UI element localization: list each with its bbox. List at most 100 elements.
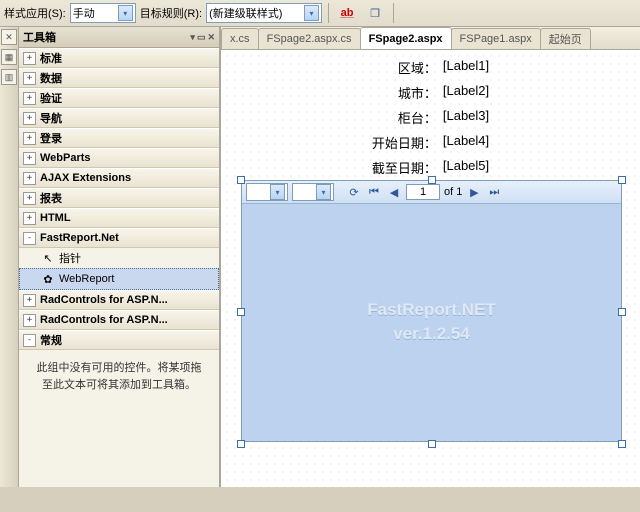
expand-icon: - bbox=[23, 232, 36, 245]
expand-icon: + bbox=[23, 172, 36, 185]
rail-button-2[interactable]: ▦ bbox=[1, 49, 17, 65]
document-tab[interactable]: FSPage1.aspx bbox=[451, 28, 541, 49]
target-rule-label: 目标规则(R): bbox=[140, 5, 202, 21]
resize-handle[interactable] bbox=[237, 176, 245, 184]
resize-handle[interactable] bbox=[237, 308, 245, 316]
category-label: 标准 bbox=[40, 50, 62, 66]
chevron-down-icon: ▾ bbox=[304, 5, 319, 21]
category-label: FastReport.Net bbox=[40, 232, 119, 244]
report-export-dropdown[interactable]: ▾ bbox=[292, 183, 334, 201]
document-tab[interactable]: FSpage2.aspx.cs bbox=[258, 28, 361, 49]
expand-icon: + bbox=[23, 294, 36, 307]
toolbox-category[interactable]: +导航 bbox=[19, 108, 219, 128]
toolbox-category[interactable]: +数据 bbox=[19, 68, 219, 88]
toolbox-category[interactable]: -FastReport.Net bbox=[19, 228, 219, 248]
item-icon: ✿ bbox=[41, 272, 55, 286]
empty-group-message: 此组中没有可用的控件。将某项拖至此文本可将其添加到工具箱。 bbox=[19, 350, 219, 403]
report-toolbar: ▾ ▾ ⟳ ⏮ ◀ 1 of 1 ▶ ⏭ bbox=[242, 181, 621, 204]
page-number-input[interactable]: 1 bbox=[406, 184, 440, 200]
style-apply-dropdown[interactable]: 手动▾ bbox=[70, 3, 136, 23]
rail-button-1[interactable]: ✕ bbox=[1, 29, 17, 45]
form-value: [Label2] bbox=[443, 83, 489, 102]
category-label: WebParts bbox=[40, 152, 91, 164]
form-label: 区域： bbox=[372, 58, 437, 77]
form-value: [Label3] bbox=[443, 108, 489, 127]
webreport-control[interactable]: ▾ ▾ ⟳ ⏮ ◀ 1 of 1 ▶ ⏭ bbox=[241, 180, 622, 442]
style-apply-label: 样式应用(S): bbox=[4, 5, 66, 21]
expand-icon: + bbox=[23, 52, 36, 65]
category-label: HTML bbox=[40, 212, 71, 224]
expand-icon: + bbox=[23, 192, 36, 205]
toolbox-item[interactable]: ✿ WebReport bbox=[19, 268, 219, 290]
document-tab[interactable]: x.cs bbox=[221, 28, 259, 49]
toolbox-category[interactable]: + 标准 bbox=[19, 48, 219, 68]
format-toolbar: 样式应用(S): 手动▾ 目标规则(R): (新建级联样式)▾ a̲b̲ ❐ bbox=[0, 0, 640, 27]
item-icon: ↖ bbox=[41, 251, 55, 265]
expand-icon: + bbox=[23, 112, 36, 125]
text-style-icon: a̲b̲ bbox=[341, 7, 354, 19]
toolbox-category[interactable]: + AJAX Extensions bbox=[19, 168, 219, 188]
category-label: 数据 bbox=[40, 70, 62, 86]
expand-icon: + bbox=[23, 132, 36, 145]
resize-handle[interactable] bbox=[237, 440, 245, 448]
resize-handle[interactable] bbox=[428, 440, 436, 448]
document-tab[interactable]: 起始页 bbox=[540, 28, 591, 49]
prev-page-icon[interactable]: ◀ bbox=[386, 184, 402, 200]
left-rail: ✕ ▦ ▥ bbox=[0, 27, 19, 487]
refresh-icon[interactable]: ⟳ bbox=[346, 184, 362, 200]
form-value: [Label5] bbox=[443, 158, 489, 177]
chevron-down-icon: ▾ bbox=[118, 5, 133, 21]
report-body: FastReport.NET ver.1.2.54 bbox=[242, 204, 621, 440]
toolbox-category[interactable]: +WebParts bbox=[19, 148, 219, 168]
separator bbox=[328, 3, 329, 23]
category-label: RadControls for ASP.N... bbox=[40, 294, 168, 306]
form-content: 区域： [Label1] 城市： [Label2] 柜台： [Label3] 开始日期： [L… bbox=[372, 58, 489, 177]
last-page-icon[interactable]: ⏭ bbox=[486, 184, 502, 200]
resize-handle[interactable] bbox=[618, 308, 626, 316]
toolbox-category[interactable]: +RadControls for ASP.N... bbox=[19, 310, 219, 330]
category-label: 常规 bbox=[40, 332, 62, 348]
resize-handle[interactable] bbox=[428, 176, 436, 184]
category-label: AJAX Extensions bbox=[40, 172, 131, 184]
next-page-icon[interactable]: ▶ bbox=[466, 184, 482, 200]
pin-icon[interactable]: ▭ bbox=[197, 32, 206, 43]
form-value: [Label1] bbox=[443, 58, 489, 77]
resize-handle[interactable] bbox=[618, 176, 626, 184]
toolbox-category[interactable]: + 验证 bbox=[19, 88, 219, 108]
separator bbox=[393, 3, 394, 23]
item-label: 指针 bbox=[59, 250, 81, 266]
form-label: 开始日期： bbox=[372, 133, 437, 152]
toolbox-category[interactable]: -常规 bbox=[19, 330, 219, 350]
toolbox-category[interactable]: + RadControls for ASP.N... bbox=[19, 290, 219, 310]
resize-handle[interactable] bbox=[618, 440, 626, 448]
first-page-icon[interactable]: ⏮ bbox=[366, 184, 382, 200]
target-rule-dropdown[interactable]: (新建级联样式)▾ bbox=[206, 3, 322, 23]
page-of-label: of 1 bbox=[444, 186, 462, 198]
toolbox-item[interactable]: ↖ 指针 bbox=[19, 248, 219, 268]
item-label: WebReport bbox=[59, 273, 114, 285]
editor-area: x.csFSpage2.aspx.csFSpage2.aspxFSPage1.a… bbox=[220, 27, 640, 487]
toolbox-category[interactable]: + 登录 bbox=[19, 128, 219, 148]
category-label: 报表 bbox=[40, 190, 62, 206]
form-label: 截至日期： bbox=[372, 158, 437, 177]
toolbox-category[interactable]: + HTML bbox=[19, 208, 219, 228]
dropdown-icon[interactable]: ▾ bbox=[190, 32, 195, 43]
category-label: 验证 bbox=[40, 90, 62, 106]
document-tab[interactable]: FSpage2.aspx bbox=[360, 27, 452, 49]
category-label: 登录 bbox=[40, 130, 62, 146]
form-value: [Label4] bbox=[443, 133, 489, 152]
toolbox-panel: 工具箱 ▾ ▭ ✕ +标准+数据+验证+导航+登录+WebParts+AJAX … bbox=[19, 27, 220, 487]
cascade-icon: ❐ bbox=[370, 7, 380, 20]
toolbox-category[interactable]: + 报表 bbox=[19, 188, 219, 208]
design-surface[interactable]: 区域： [Label1] 城市： [Label2] 柜台： [Label3] 开始日期： [L… bbox=[221, 50, 640, 487]
toolbox-header: 工具箱 ▾ ▭ ✕ bbox=[19, 27, 219, 48]
form-label: 柜台： bbox=[372, 108, 437, 127]
expand-icon: + bbox=[23, 212, 36, 225]
form-label: 城市： bbox=[372, 83, 437, 102]
report-zoom-dropdown[interactable]: ▾ bbox=[246, 183, 288, 201]
toolbar-button-b[interactable]: ❐ bbox=[363, 1, 387, 25]
close-icon[interactable]: ✕ bbox=[207, 32, 215, 43]
rail-button-3[interactable]: ▥ bbox=[1, 69, 17, 85]
toolbar-button-a[interactable]: a̲b̲ bbox=[335, 1, 359, 25]
expand-icon: + bbox=[23, 92, 36, 105]
